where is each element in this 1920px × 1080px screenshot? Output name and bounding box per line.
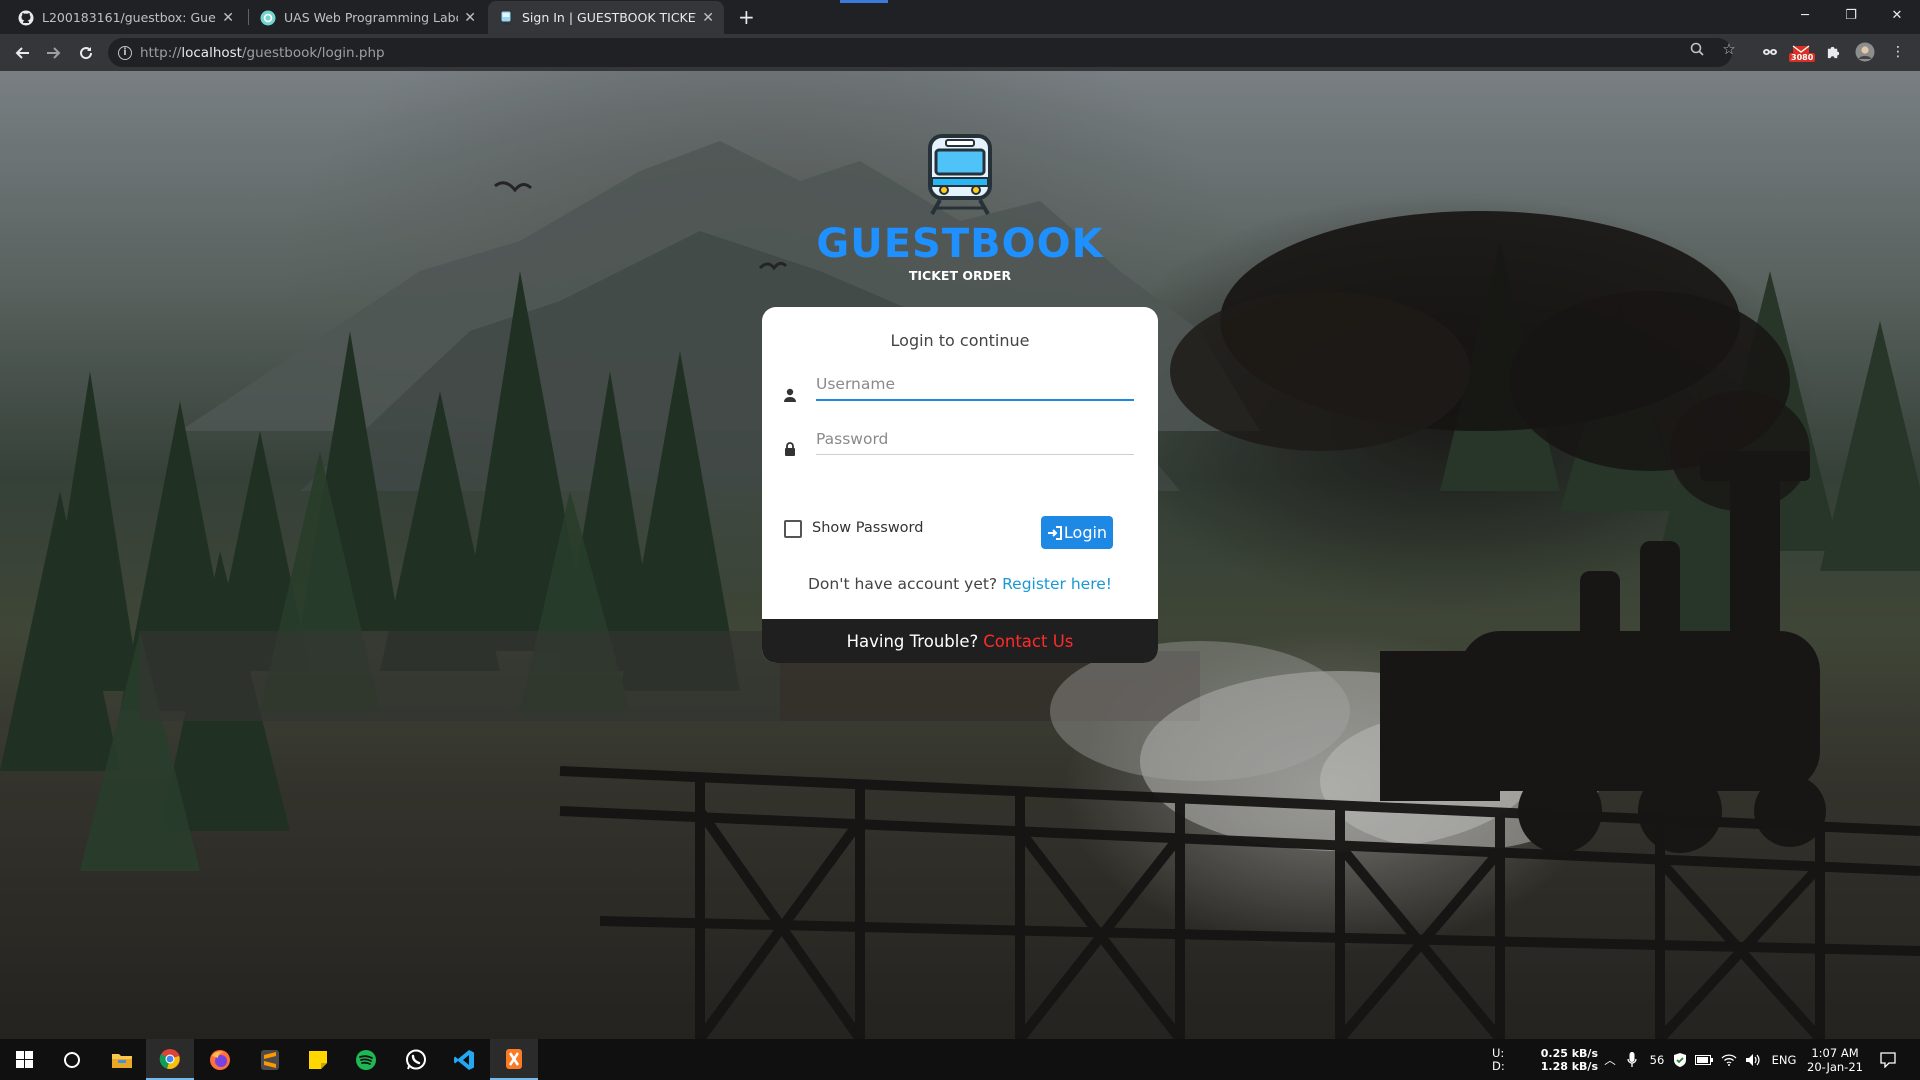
whatsapp-icon[interactable] bbox=[392, 1039, 440, 1080]
net-up-speed: 0.25 kB/s bbox=[1540, 1046, 1598, 1060]
lock-icon bbox=[785, 442, 795, 456]
login-card: Login to continue Show Password Login Do… bbox=[762, 307, 1158, 663]
url-path: /guestbook/login.php bbox=[241, 44, 385, 61]
close-tab-icon[interactable]: ✕ bbox=[222, 10, 234, 26]
brand-subtitle: TICKET ORDER bbox=[908, 268, 1012, 283]
close-tab-icon[interactable]: ✕ bbox=[702, 10, 714, 26]
chrome-icon[interactable] bbox=[146, 1039, 194, 1080]
sublime-text-icon[interactable] bbox=[246, 1039, 294, 1080]
show-password-label[interactable]: Show Password bbox=[812, 520, 923, 536]
net-up-label: U: bbox=[1492, 1045, 1505, 1060]
register-prompt: Don't have account yet? bbox=[808, 575, 998, 593]
file-explorer-icon[interactable] bbox=[98, 1039, 146, 1080]
clock[interactable]: 1:07 AM 20-Jan-21 bbox=[1804, 1039, 1866, 1080]
back-arrow-icon bbox=[15, 46, 29, 59]
url-prefix: http:// bbox=[140, 44, 182, 61]
close-tab-icon[interactable]: ✕ bbox=[464, 10, 476, 26]
tab-separator bbox=[248, 9, 249, 25]
restore-button[interactable]: ❐ bbox=[1828, 0, 1874, 30]
tab-sign-in-guestbook[interactable]: Sign In | GUESTBOOK TICKET ORDER ✕ bbox=[488, 1, 724, 34]
train-logo-icon bbox=[928, 134, 992, 215]
tab-title: L200183161/guestbox: Guestbook bbox=[42, 10, 216, 25]
password-input[interactable] bbox=[816, 423, 1134, 455]
clock-time: 1:07 AM bbox=[1811, 1045, 1859, 1060]
zoom-icon[interactable] bbox=[1687, 39, 1707, 59]
footer-prompt: Having Trouble? bbox=[846, 631, 979, 651]
username-input[interactable] bbox=[816, 369, 1134, 401]
browser-toolbar: i http://localhost/guestbook/login.php ☆… bbox=[0, 34, 1920, 71]
register-link[interactable]: Register here! bbox=[1002, 575, 1112, 593]
sign-in-icon bbox=[1047, 525, 1062, 540]
notification-center-icon[interactable] bbox=[1870, 1039, 1906, 1080]
site-info-icon[interactable]: i bbox=[118, 45, 132, 60]
chatgpt-like-icon bbox=[260, 10, 276, 26]
net-labels: U: D: bbox=[1492, 1039, 1516, 1080]
forward-button[interactable] bbox=[38, 34, 70, 71]
shield-icon[interactable] bbox=[1670, 1039, 1690, 1080]
user-icon bbox=[784, 388, 796, 402]
reload-button[interactable] bbox=[70, 34, 102, 71]
windows-taskbar: U: D: 0.25 kB/s 1.28 kB/s ︿ 56 ENG 1:07 … bbox=[0, 1039, 1920, 1080]
extension-badge: 3080 bbox=[1789, 53, 1816, 62]
register-line: Don't have account yet? Register here! bbox=[762, 575, 1158, 593]
tray-overflow-chevron-icon[interactable]: ︿ bbox=[1602, 1039, 1618, 1080]
url-host: localhost bbox=[181, 44, 242, 61]
tab-title: UAS Web Programming Laboratory bbox=[284, 10, 458, 25]
train-favicon-icon bbox=[498, 10, 514, 26]
close-window-button[interactable]: ✕ bbox=[1874, 0, 1920, 30]
address-bar[interactable]: i http://localhost/guestbook/login.php bbox=[108, 38, 1732, 67]
chrome-menu-icon[interactable]: ⋮ bbox=[1888, 42, 1908, 62]
firefox-icon[interactable] bbox=[196, 1039, 244, 1080]
new-tab-button[interactable]: + bbox=[738, 2, 755, 32]
bookmark-star-icon[interactable]: ☆ bbox=[1719, 39, 1739, 59]
github-icon bbox=[18, 10, 34, 26]
wifi-icon[interactable] bbox=[1718, 1039, 1740, 1080]
battery-icon[interactable] bbox=[1694, 1039, 1714, 1080]
login-button[interactable]: Login bbox=[1041, 516, 1113, 549]
volume-icon[interactable] bbox=[1742, 1039, 1764, 1080]
sticky-notes-icon[interactable] bbox=[294, 1039, 342, 1080]
vscode-icon[interactable] bbox=[440, 1039, 488, 1080]
xampp-icon[interactable] bbox=[490, 1039, 538, 1080]
browser-tab-strip: L200183161/guestbox: Guestbook ✕ UAS Web… bbox=[0, 0, 1920, 34]
show-password-checkbox[interactable] bbox=[784, 520, 802, 538]
tab-uas-web-programming[interactable]: UAS Web Programming Laboratory ✕ bbox=[250, 1, 486, 34]
net-down-speed: 1.28 kB/s bbox=[1540, 1059, 1598, 1073]
login-button-label: Login bbox=[1063, 523, 1108, 542]
minimize-button[interactable]: ─ bbox=[1782, 0, 1828, 30]
card-footer: Having Trouble? Contact Us bbox=[762, 619, 1158, 663]
extensions-puzzle-icon[interactable] bbox=[1823, 42, 1843, 62]
profile-avatar[interactable] bbox=[1855, 42, 1875, 62]
contact-us-link[interactable]: Contact Us bbox=[983, 632, 1073, 651]
tab-guestbox-github[interactable]: L200183161/guestbox: Guestbook ✕ bbox=[8, 1, 244, 34]
language-indicator[interactable]: ENG bbox=[1768, 1039, 1800, 1080]
clock-date: 20-Jan-21 bbox=[1807, 1059, 1863, 1074]
reload-icon bbox=[80, 46, 93, 59]
cortana-icon[interactable] bbox=[48, 1039, 96, 1080]
net-down-label: D: bbox=[1492, 1058, 1505, 1073]
tab-strip-indicator bbox=[840, 0, 888, 3]
microphone-icon[interactable] bbox=[1622, 1039, 1642, 1080]
spotify-icon[interactable] bbox=[342, 1039, 390, 1080]
extension-mask-icon[interactable] bbox=[1760, 42, 1780, 62]
net-speed-meter: 0.25 kB/s 1.28 kB/s bbox=[1530, 1039, 1598, 1080]
forward-arrow-icon bbox=[47, 46, 61, 59]
page-viewport: GUESTBOOK TICKET ORDER Login to continue… bbox=[0, 71, 1920, 1039]
login-heading: Login to continue bbox=[890, 331, 1030, 350]
tab-title: Sign In | GUESTBOOK TICKET ORDER bbox=[522, 10, 696, 25]
tray-count[interactable]: 56 bbox=[1646, 1039, 1668, 1080]
back-button[interactable] bbox=[6, 34, 38, 71]
windows-start-icon[interactable] bbox=[0, 1039, 48, 1080]
brand-title: GUESTBOOK bbox=[816, 221, 1104, 267]
